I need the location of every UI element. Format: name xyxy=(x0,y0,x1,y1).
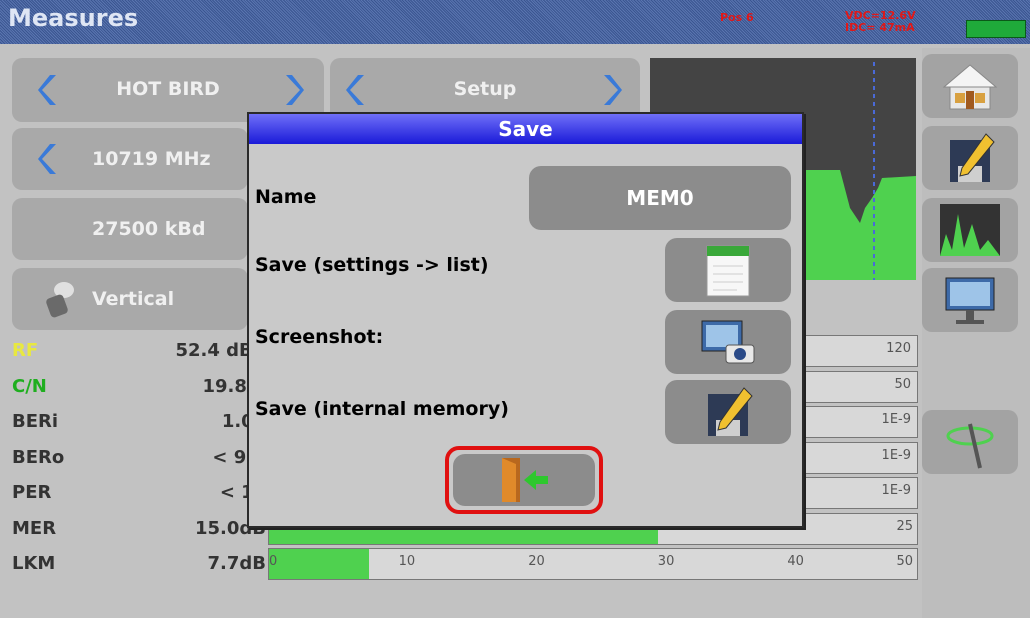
screenshot-button[interactable] xyxy=(665,310,791,374)
chevron-left-icon[interactable] xyxy=(38,73,58,107)
battery-indicator xyxy=(966,20,1026,38)
measure-value: < 1E xyxy=(219,482,266,503)
measure-value: 1.0E xyxy=(221,411,266,432)
home-icon xyxy=(942,64,998,110)
dish-button[interactable] xyxy=(922,410,1018,474)
name-value: MEM0 xyxy=(626,186,694,210)
chevron-right-icon[interactable] xyxy=(284,73,304,107)
measure-tick: 0 xyxy=(269,554,278,569)
satellite-name: HOT BIRD xyxy=(116,78,220,100)
symbol-rate-value: 27500 kBd xyxy=(92,218,206,240)
name-field[interactable]: MEM0 xyxy=(529,166,791,230)
screenshot-camera-icon xyxy=(701,320,755,364)
frequency-selector[interactable]: 10719 MHz xyxy=(12,128,248,190)
dialog-title: Save xyxy=(249,114,802,144)
measure-tick: 20 xyxy=(528,554,545,569)
symbol-rate-field[interactable]: 27500 kBd xyxy=(12,198,248,260)
measure-label: RF xyxy=(12,340,39,361)
chevron-left-icon[interactable] xyxy=(346,73,366,107)
save-list-label: Save (settings -> list) xyxy=(255,254,489,276)
clipboard-list-icon xyxy=(706,245,750,297)
lnb-icon xyxy=(46,282,74,318)
measure-tick: 50 xyxy=(896,554,913,569)
exit-door-icon xyxy=(502,458,548,502)
idc-readout: IDC= 47mA xyxy=(845,21,915,34)
measure-tick: 1E-9 xyxy=(881,412,911,427)
measure-tick: 10 xyxy=(398,554,416,569)
measure-bar: 0 10 20 30 40 50 xyxy=(268,548,918,580)
polarization-field[interactable]: Vertical xyxy=(12,268,248,330)
position-indicator: Pos 6 xyxy=(720,11,754,24)
measure-tick: 50 xyxy=(894,377,911,392)
measure-tick: 25 xyxy=(896,519,913,534)
exit-button[interactable] xyxy=(453,454,595,506)
monitor-icon xyxy=(945,277,995,324)
measure-tick: 30 xyxy=(657,554,675,569)
spectrum-icon xyxy=(940,204,1000,256)
home-button[interactable] xyxy=(922,54,1018,118)
measure-label: BERo xyxy=(12,447,65,468)
save-internal-label: Save (internal memory) xyxy=(255,398,509,420)
setup-label: Setup xyxy=(453,78,517,100)
save-button[interactable] xyxy=(922,126,1018,190)
measure-label: PER xyxy=(12,482,52,503)
spectrum-button[interactable] xyxy=(922,198,1018,262)
save-disk-icon xyxy=(950,133,995,182)
measure-value: 15.0dB xyxy=(194,518,266,539)
measure-label: LKM xyxy=(12,553,56,574)
satellite-dish-icon xyxy=(946,423,994,469)
measure-value: 52.4 dBµ xyxy=(175,340,266,361)
page-title: Measures xyxy=(8,4,139,32)
chevron-left-icon[interactable] xyxy=(38,142,58,176)
save-list-button[interactable] xyxy=(665,238,791,302)
measure-tick: 120 xyxy=(886,341,911,356)
name-label: Name xyxy=(255,186,317,208)
save-internal-button[interactable] xyxy=(665,380,791,444)
measure-tick: 1E-9 xyxy=(881,483,911,498)
measure-tick: 1E-9 xyxy=(881,448,911,463)
measure-value: 7.7dB xyxy=(207,553,267,574)
measure-tick: 40 xyxy=(787,554,804,569)
measure-label: MER xyxy=(12,518,57,539)
measure-value: < 9E- xyxy=(212,447,266,468)
measure-value: 19.8 d xyxy=(202,376,266,397)
save-dialog: Save Name MEM0 Save (settings -> list) S… xyxy=(247,112,804,528)
screenshot-label: Screenshot: xyxy=(255,326,384,348)
polarization-value: Vertical xyxy=(92,288,175,310)
measure-bar-fill xyxy=(269,549,369,579)
measure-label: BERi xyxy=(12,411,59,432)
save-disk-icon xyxy=(708,387,753,436)
measure-label: C/N xyxy=(12,376,47,397)
frequency-value: 10719 MHz xyxy=(92,148,211,170)
chevron-right-icon[interactable] xyxy=(602,73,622,107)
screen-button[interactable] xyxy=(922,268,1018,332)
